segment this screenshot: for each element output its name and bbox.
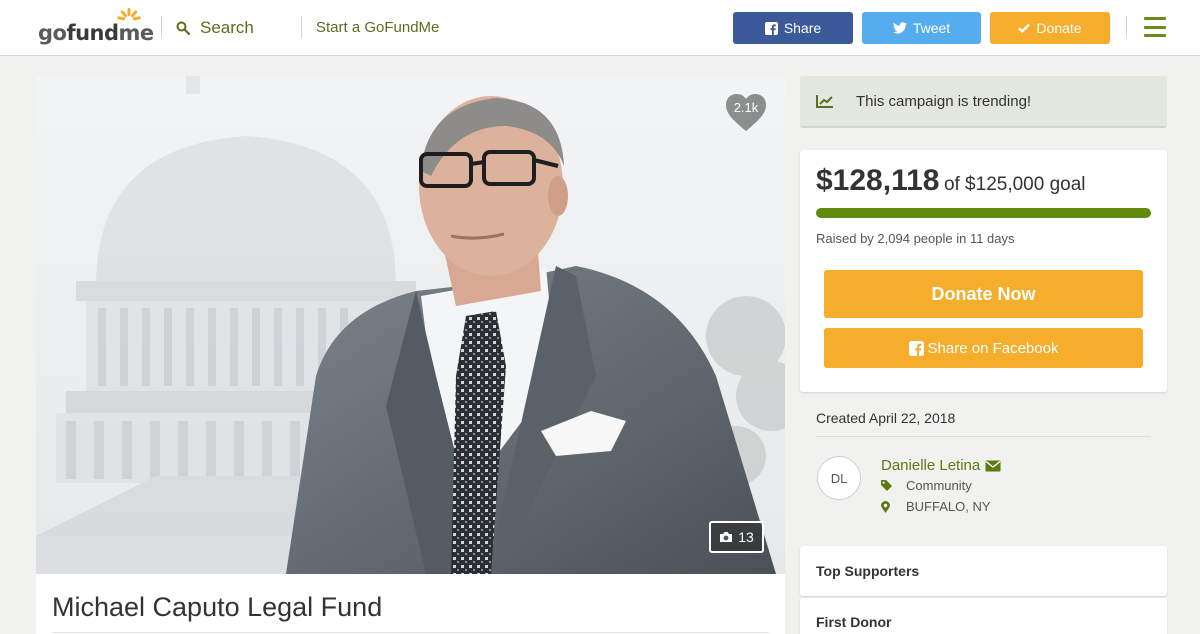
trending-banner: This campaign is trending!: [800, 76, 1167, 128]
facebook-icon: [764, 21, 778, 35]
header-divider: [1126, 16, 1127, 38]
share-on-facebook-label: Share on Facebook: [927, 339, 1059, 357]
first-donor-card[interactable]: First Donor: [800, 598, 1167, 634]
divider: [816, 436, 1151, 437]
campaign-photo[interactable]: [36, 76, 785, 574]
logo-wordmark: gofundme: [38, 21, 154, 45]
divider: [52, 632, 769, 633]
campaign-title: Michael Caputo Legal Fund: [52, 592, 383, 622]
share-button[interactable]: Share: [733, 12, 853, 44]
search-label: Search: [200, 18, 254, 37]
organizer-name-link[interactable]: Danielle Letina: [881, 457, 1001, 474]
facebook-icon: [908, 340, 924, 356]
map-pin-icon: [881, 500, 906, 513]
photo-gallery-button[interactable]: 13: [709, 521, 764, 553]
top-supporters-heading: Top Supporters: [816, 563, 920, 579]
search-icon: [176, 21, 190, 35]
top-nav: gofundme Search Start a GoFundMe Share T…: [0, 0, 1200, 56]
organizer-category: Community: [881, 478, 972, 493]
goal-amount: of $125,000 goal: [943, 174, 1086, 195]
donate-now-button[interactable]: Donate Now: [824, 270, 1143, 318]
header-divider: [301, 16, 302, 38]
amount-raised: $128,118 of $125,000 goal: [816, 164, 1086, 198]
photo-count: 13: [738, 529, 754, 545]
envelope-icon[interactable]: [985, 460, 1001, 472]
created-date: Created April 22, 2018: [816, 410, 956, 426]
location-label: BUFFALO, NY: [906, 499, 991, 514]
favorite-button[interactable]: 2.1k: [724, 93, 768, 133]
top-supporters-card[interactable]: Top Supporters: [800, 546, 1167, 596]
hamburger-menu-icon[interactable]: [1144, 17, 1166, 37]
tag-icon: [881, 480, 906, 491]
campaign-photo-illustration: [36, 76, 785, 574]
gofundme-logo[interactable]: gofundme: [38, 8, 154, 48]
first-donor-heading: First Donor: [816, 614, 892, 630]
trending-chart-icon: [816, 95, 833, 108]
share-button-label: Share: [783, 20, 822, 36]
header-divider: [161, 16, 162, 38]
camera-icon: [720, 532, 733, 542]
raised-amount: $128,118: [816, 164, 940, 197]
organizer-name: Danielle Letina: [881, 457, 981, 474]
progress-bar: [816, 208, 1151, 218]
start-gofundme-link[interactable]: Start a GoFundMe: [316, 19, 439, 36]
tweet-button-label: Tweet: [912, 20, 951, 36]
search-link[interactable]: Search: [176, 18, 254, 38]
share-on-facebook-button[interactable]: Share on Facebook: [824, 328, 1143, 368]
organizer-location: BUFFALO, NY: [881, 499, 991, 514]
funding-card: $128,118 of $125,000 goal Raised by 2,09…: [800, 150, 1167, 392]
trending-text: This campaign is trending!: [856, 93, 1032, 110]
favorite-count: 2.1k: [733, 100, 759, 115]
tweet-button[interactable]: Tweet: [862, 12, 981, 44]
organizer-avatar[interactable]: DL: [817, 456, 861, 500]
checkmark-icon: [1018, 23, 1031, 33]
donate-button-label: Donate: [1036, 20, 1082, 36]
campaign-title-card: Michael Caputo Legal Fund: [36, 574, 785, 634]
twitter-icon: [892, 22, 907, 34]
donate-button[interactable]: Donate: [990, 12, 1110, 44]
category-label: Community: [906, 478, 972, 493]
progress-bar-fill: [816, 208, 1151, 218]
raised-by-text: Raised by 2,094 people in 11 days: [816, 231, 1015, 246]
